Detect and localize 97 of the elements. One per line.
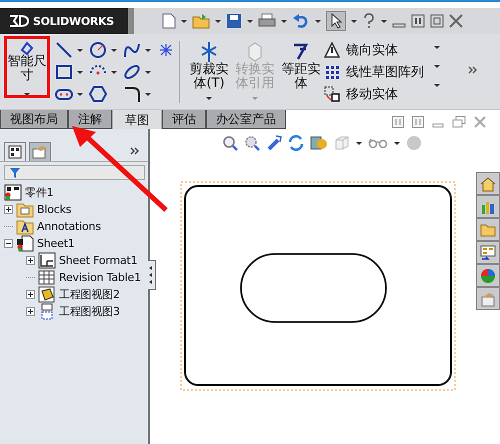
annotation-box	[4, 36, 50, 98]
tree-item[interactable]: Revision Table1	[59, 271, 141, 284]
expander-icon[interactable]	[4, 205, 13, 214]
logo-text: SOLIDWORKS	[33, 14, 114, 28]
help-icon[interactable]	[362, 13, 376, 29]
maximize-icon[interactable]	[430, 14, 444, 28]
smart-dimension-button[interactable]: 智能尺寸	[5, 37, 49, 101]
tree-item[interactable]: 零件1	[25, 185, 54, 200]
tree-item[interactable]: Annotations	[37, 220, 101, 233]
filter-field[interactable]	[4, 165, 145, 180]
table-icon	[38, 269, 56, 286]
dot-grid-icon	[324, 64, 340, 80]
view-palette-icon[interactable]	[476, 241, 500, 264]
dimension-icon	[20, 41, 34, 55]
select-button[interactable]	[326, 11, 346, 31]
ribbon-command-button[interactable]: 剪裁实体(T)	[186, 37, 232, 100]
rectangle-icon[interactable]	[55, 63, 73, 81]
caret-icon[interactable]	[434, 65, 440, 68]
previous-view-icon[interactable]	[266, 135, 282, 151]
panel-collapse-handle[interactable]	[148, 260, 156, 290]
home-icon[interactable]	[476, 172, 500, 195]
expander-icon[interactable]	[4, 239, 13, 248]
sheet-icon	[16, 235, 34, 252]
logo[interactable]: SOLIDWORKS	[0, 8, 128, 34]
expander-icon[interactable]	[26, 290, 35, 299]
ribbon-command-button[interactable]: 镜向实体	[324, 40, 424, 59]
tree-item[interactable]: Blocks	[37, 203, 72, 216]
property-tab[interactable]	[29, 142, 51, 161]
caret-icon[interactable]	[394, 142, 400, 144]
caret-icon[interactable]	[77, 92, 83, 96]
ribbon-tab[interactable]: 办公室产品	[206, 110, 286, 129]
ribbon-tab[interactable]: 评估	[162, 110, 206, 129]
tree-item[interactable]: Sheet Format1	[59, 254, 138, 267]
caret-icon[interactable]	[351, 20, 357, 22]
caret-icon[interactable]	[111, 70, 117, 74]
expander-icon[interactable]	[26, 256, 35, 265]
zoom-area-icon[interactable]	[244, 135, 260, 151]
point-icon[interactable]	[159, 43, 173, 57]
section-view-icon[interactable]	[310, 135, 328, 151]
glasses-icon[interactable]	[368, 137, 388, 149]
restore-icon[interactable]	[452, 116, 466, 128]
caret-icon[interactable]	[381, 20, 387, 22]
caret-icon[interactable]	[145, 48, 151, 52]
save-icon[interactable]	[226, 13, 242, 29]
folder-icon	[16, 201, 34, 218]
caret-icon[interactable]	[181, 20, 187, 22]
new-document-icon[interactable]	[162, 13, 176, 29]
caret-icon[interactable]	[247, 20, 253, 22]
caret-icon[interactable]	[315, 20, 321, 22]
ribbon-tab[interactable]: 注解	[68, 110, 112, 129]
zoom-to-fit-icon[interactable]	[222, 135, 238, 151]
printer-icon[interactable]	[258, 13, 276, 29]
annotation-icon	[16, 218, 34, 235]
tree-item[interactable]: Sheet1	[37, 237, 75, 250]
appearance-icon[interactable]	[476, 264, 500, 287]
tree-item[interactable]: 工程图视图2	[59, 287, 120, 302]
ribbon-command-button[interactable]: 线性草图阵列	[324, 62, 424, 81]
caret-icon[interactable]	[434, 84, 440, 87]
caret-icon[interactable]	[145, 92, 151, 96]
drawing-view-icon	[38, 286, 56, 303]
warning-triangle-icon	[324, 42, 340, 58]
tile-right-icon[interactable]	[412, 116, 424, 128]
caret-icon[interactable]	[77, 48, 83, 52]
trim-icon	[199, 41, 219, 63]
spline-icon[interactable]	[123, 41, 141, 59]
part-icon	[4, 184, 22, 201]
move-icon	[324, 86, 340, 102]
library-icon[interactable]	[476, 195, 500, 218]
ribbon-command-button[interactable]: 等距实体	[278, 37, 324, 91]
ribbon-command-button[interactable]: 移动实体	[324, 84, 424, 103]
caret-icon[interactable]	[111, 48, 117, 52]
refresh-icon[interactable]	[288, 135, 304, 151]
polygon-icon[interactable]	[89, 85, 107, 103]
filter-icon	[9, 166, 21, 178]
caret-icon[interactable]	[356, 142, 362, 144]
sheet-format-icon	[38, 252, 56, 269]
undo-icon[interactable]	[292, 13, 310, 29]
tree-item[interactable]: 工程图视图3	[59, 304, 120, 319]
caret-icon[interactable]	[77, 70, 83, 74]
ribbon-tab[interactable]: 视图布局	[0, 110, 68, 129]
more-icon[interactable]	[468, 65, 478, 75]
custom-properties-icon[interactable]	[476, 287, 500, 310]
line-icon[interactable]	[55, 41, 73, 59]
caret-icon[interactable]	[281, 20, 287, 22]
logo-icon	[8, 13, 30, 29]
close-icon[interactable]	[449, 14, 463, 28]
ellipse-icon[interactable]	[123, 63, 141, 81]
expander-icon[interactable]	[26, 307, 35, 316]
expand-panel-icon[interactable]	[130, 146, 140, 156]
restore-icon[interactable]	[411, 14, 425, 28]
caret-icon[interactable]	[215, 20, 221, 22]
open-folder-icon[interactable]	[192, 13, 210, 29]
tile-left-icon[interactable]	[392, 116, 404, 128]
caret-icon[interactable]	[145, 70, 151, 74]
feature-tree-tab[interactable]	[4, 142, 26, 161]
fillet-icon[interactable]	[123, 85, 141, 103]
circle-icon[interactable]	[89, 41, 107, 59]
